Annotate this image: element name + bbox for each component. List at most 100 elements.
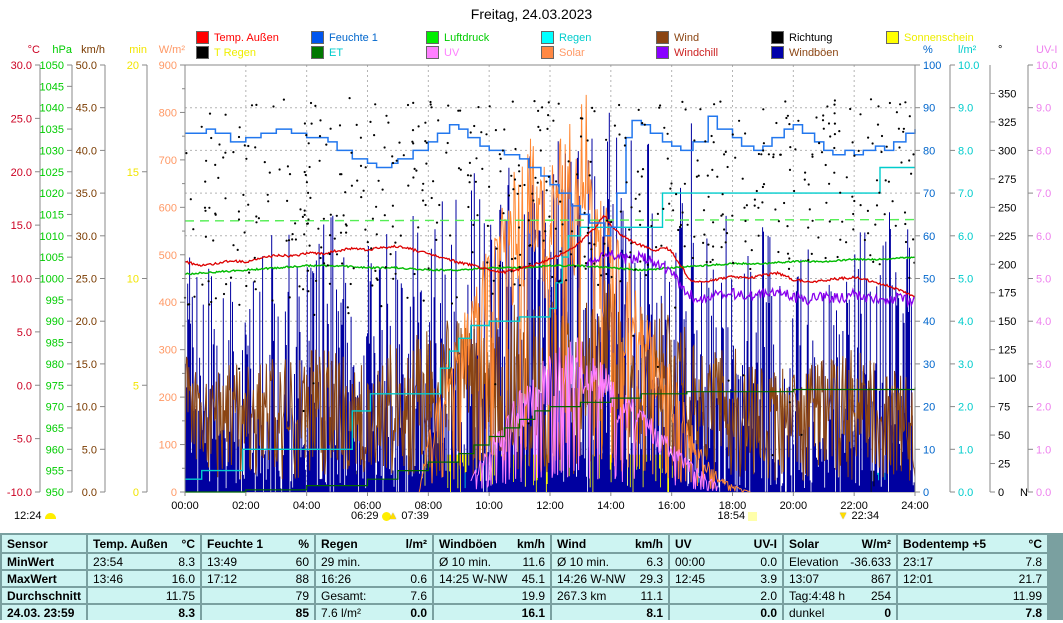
series-richtung bbox=[350, 152, 352, 154]
series-richtung bbox=[574, 265, 576, 267]
series-richtung bbox=[350, 283, 352, 285]
series-richtung bbox=[232, 151, 234, 153]
series-luftdruck-ref bbox=[185, 220, 915, 221]
cell-value: 21.7 bbox=[1019, 572, 1042, 586]
series-richtung bbox=[299, 208, 301, 210]
series-richtung bbox=[247, 145, 249, 147]
axis-tick-label: 40.0 bbox=[76, 145, 97, 157]
series-richtung bbox=[559, 201, 561, 203]
series-richtung bbox=[353, 267, 355, 269]
series-richtung bbox=[499, 153, 501, 155]
sun-time-07-39: ▲07:39 bbox=[384, 509, 428, 523]
axis-tick-label: 175 bbox=[998, 288, 1016, 300]
series-richtung bbox=[436, 222, 438, 224]
series-richtung bbox=[558, 280, 560, 282]
series-richtung bbox=[302, 216, 304, 218]
axis-tick-label: 10.0 bbox=[958, 60, 979, 72]
series-richtung bbox=[787, 115, 789, 117]
table-cell-solar: Tag:4:48 h254 bbox=[784, 588, 896, 603]
series-richtung bbox=[347, 306, 349, 308]
series-richtung bbox=[878, 192, 880, 194]
axis-tick-label: 80 bbox=[923, 145, 935, 157]
series-richtung bbox=[422, 200, 424, 202]
series-richtung bbox=[874, 224, 876, 226]
series-richtung bbox=[638, 109, 640, 111]
series-richtung bbox=[904, 101, 906, 103]
axis-unit-: % bbox=[923, 44, 933, 56]
table-cell-bodentemp-5: 11.99 bbox=[898, 588, 1047, 603]
series-richtung bbox=[910, 173, 912, 175]
series-richtung bbox=[510, 270, 512, 272]
column-unit: km/h bbox=[635, 537, 663, 551]
series-richtung bbox=[319, 135, 321, 137]
series-richtung bbox=[374, 103, 376, 105]
series-richtung bbox=[853, 155, 855, 157]
series-richtung bbox=[603, 243, 605, 245]
series-richtung bbox=[773, 153, 775, 155]
x-axis-label: 16:00 bbox=[658, 500, 686, 512]
cell-value: 11.6 bbox=[523, 555, 545, 569]
series-richtung bbox=[858, 150, 860, 152]
series-richtung bbox=[431, 197, 433, 199]
series-richtung bbox=[639, 210, 641, 212]
table-cell-feuchte-1: 79 bbox=[202, 588, 314, 603]
table-cell-uv: 00:000.0 bbox=[670, 554, 782, 569]
series-richtung bbox=[833, 104, 835, 106]
series-richtung bbox=[411, 141, 413, 143]
series-richtung bbox=[727, 166, 729, 168]
table-cell-windb-en: 19.9 bbox=[434, 588, 550, 603]
series-richtung bbox=[828, 183, 830, 185]
series-richtung bbox=[317, 228, 319, 230]
series-richtung bbox=[677, 229, 679, 231]
series-richtung bbox=[787, 253, 789, 255]
axis-tick-label: 4.0 bbox=[1036, 316, 1051, 328]
series-richtung bbox=[789, 401, 791, 403]
series-richtung bbox=[672, 209, 674, 211]
axis-tick-label: 1000 bbox=[40, 274, 64, 286]
series-richtung bbox=[895, 225, 897, 227]
series-richtung bbox=[289, 173, 291, 175]
cell-label: 14:26 W-NW bbox=[557, 572, 625, 586]
table-cell-solar: dunkel0 bbox=[784, 605, 896, 620]
series-richtung bbox=[406, 297, 408, 299]
table-header-solar: SolarW/m² bbox=[784, 535, 896, 552]
series-richtung bbox=[876, 179, 878, 181]
series-richtung bbox=[502, 149, 504, 151]
series-richtung bbox=[309, 166, 311, 168]
series-richtung bbox=[610, 221, 612, 223]
column-unit: °C bbox=[1029, 537, 1042, 551]
series-richtung bbox=[214, 164, 216, 166]
series-richtung bbox=[727, 380, 729, 382]
series-richtung bbox=[706, 261, 708, 263]
series-richtung bbox=[702, 242, 704, 244]
series-richtung bbox=[687, 224, 689, 226]
cell-label: Gesamt: bbox=[321, 589, 366, 603]
series-richtung bbox=[821, 151, 823, 153]
series-richtung bbox=[818, 142, 820, 144]
axis-tick-label: 125 bbox=[998, 345, 1016, 357]
legend-label: Windböen bbox=[789, 47, 839, 59]
series-richtung bbox=[387, 122, 389, 124]
column-unit: km/h bbox=[517, 537, 545, 551]
series-richtung bbox=[864, 239, 866, 241]
series-richtung bbox=[360, 196, 362, 198]
series-richtung bbox=[833, 172, 835, 174]
sun-time-label: 22:34 bbox=[852, 510, 880, 522]
table-row-label: Durchschnitt bbox=[2, 588, 86, 603]
series-richtung bbox=[214, 213, 216, 215]
cell-label: 13:49 bbox=[207, 555, 237, 569]
series-richtung bbox=[744, 132, 746, 134]
series-richtung bbox=[743, 207, 745, 209]
series-richtung bbox=[500, 158, 502, 160]
table-cell-regen: 16:260.6 bbox=[316, 571, 432, 586]
series-richtung bbox=[286, 240, 288, 242]
series-richtung bbox=[825, 202, 827, 204]
cell-label: dunkel bbox=[789, 606, 824, 620]
legend-item-regen: Regen bbox=[541, 31, 591, 44]
series-richtung bbox=[762, 149, 764, 151]
series-richtung bbox=[546, 189, 548, 191]
series-richtung bbox=[295, 238, 297, 240]
column-name: Solar bbox=[789, 537, 819, 551]
series-richtung bbox=[469, 181, 471, 183]
series-richtung bbox=[188, 303, 190, 305]
